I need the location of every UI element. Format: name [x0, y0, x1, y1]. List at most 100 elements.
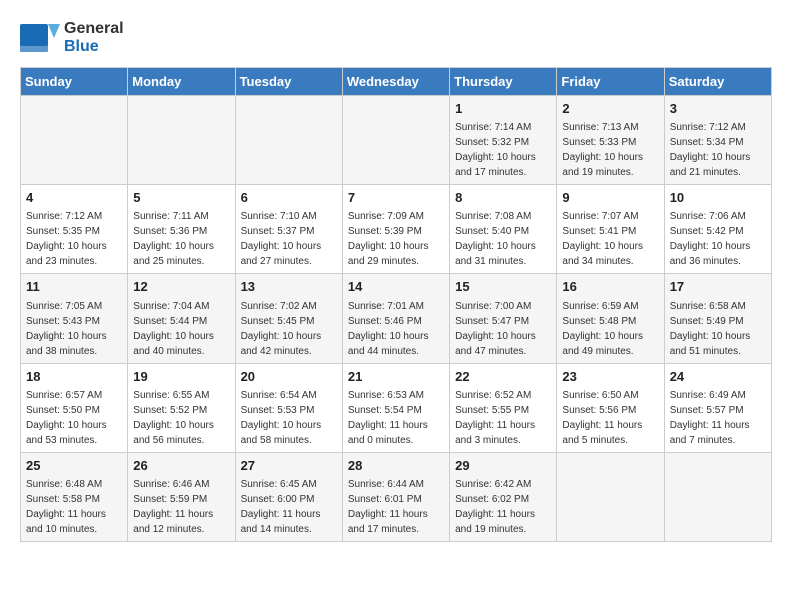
calendar-cell: 21 Sunrise: 6:53 AM Sunset: 5:54 PM Dayli…: [342, 363, 449, 452]
day-number: 6: [241, 189, 337, 207]
day-info: Sunrise: 6:45 AM Sunset: 6:00 PM Dayligh…: [241, 477, 337, 537]
day-number: 21: [348, 368, 444, 386]
day-number: 9: [562, 189, 658, 207]
day-info: Sunrise: 7:05 AM Sunset: 5:43 PM Dayligh…: [26, 299, 122, 359]
day-info: Sunrise: 6:59 AM Sunset: 5:48 PM Dayligh…: [562, 299, 658, 359]
day-info: Sunrise: 7:07 AM Sunset: 5:41 PM Dayligh…: [562, 209, 658, 269]
day-number: 1: [455, 100, 551, 118]
calendar-cell: 17 Sunrise: 6:58 AM Sunset: 5:49 PM Dayli…: [664, 274, 771, 363]
logo-text-general: General: [64, 20, 124, 38]
day-number: 15: [455, 278, 551, 296]
logo-text-blue: Blue: [64, 38, 124, 56]
day-info: Sunrise: 7:08 AM Sunset: 5:40 PM Dayligh…: [455, 209, 551, 269]
calendar-cell: 5Sunrise: 7:11 AM Sunset: 5:36 PM Daylig…: [128, 185, 235, 274]
calendar-cell: 26 Sunrise: 6:46 AM Sunset: 5:59 PM Dayli…: [128, 452, 235, 541]
day-number: 23: [562, 368, 658, 386]
calendar-week-4: 18 Sunrise: 6:57 AM Sunset: 5:50 PM Dayli…: [21, 363, 772, 452]
header-day-monday: Monday: [128, 68, 235, 96]
calendar-cell: [664, 452, 771, 541]
calendar-cell: 3 Sunrise: 7:12 AM Sunset: 5:34 PM Daylig…: [664, 96, 771, 185]
day-info: Sunrise: 7:12 AM Sunset: 5:35 PM Dayligh…: [26, 209, 122, 269]
header-day-thursday: Thursday: [450, 68, 557, 96]
calendar-cell: 29 Sunrise: 6:42 AM Sunset: 6:02 PM Dayli…: [450, 452, 557, 541]
day-info: Sunrise: 6:48 AM Sunset: 5:58 PM Dayligh…: [26, 477, 122, 537]
calendar-cell: [235, 96, 342, 185]
day-number: 26: [133, 457, 229, 475]
calendar-cell: 8Sunrise: 7:08 AM Sunset: 5:40 PM Daylig…: [450, 185, 557, 274]
day-info: Sunrise: 6:54 AM Sunset: 5:53 PM Dayligh…: [241, 388, 337, 448]
day-info: Sunrise: 7:06 AM Sunset: 5:42 PM Dayligh…: [670, 209, 766, 269]
calendar-cell: 16 Sunrise: 6:59 AM Sunset: 5:48 PM Dayli…: [557, 274, 664, 363]
day-number: 12: [133, 278, 229, 296]
calendar-cell: 18 Sunrise: 6:57 AM Sunset: 5:50 PM Dayli…: [21, 363, 128, 452]
day-info: Sunrise: 6:44 AM Sunset: 6:01 PM Dayligh…: [348, 477, 444, 537]
header-day-sunday: Sunday: [21, 68, 128, 96]
calendar-cell: 13 Sunrise: 7:02 AM Sunset: 5:45 PM Dayli…: [235, 274, 342, 363]
calendar-table: SundayMondayTuesdayWednesdayThursdayFrid…: [20, 67, 772, 542]
logo: General Blue: [20, 16, 124, 59]
day-info: Sunrise: 6:53 AM Sunset: 5:54 PM Dayligh…: [348, 388, 444, 448]
day-number: 27: [241, 457, 337, 475]
day-number: 4: [26, 189, 122, 207]
day-info: Sunrise: 7:02 AM Sunset: 5:45 PM Dayligh…: [241, 299, 337, 359]
calendar-cell: [342, 96, 449, 185]
day-number: 11: [26, 278, 122, 296]
calendar-cell: 7Sunrise: 7:09 AM Sunset: 5:39 PM Daylig…: [342, 185, 449, 274]
logo-icon: [20, 16, 60, 59]
day-info: Sunrise: 7:00 AM Sunset: 5:47 PM Dayligh…: [455, 299, 551, 359]
day-number: 10: [670, 189, 766, 207]
calendar-week-3: 11 Sunrise: 7:05 AM Sunset: 5:43 PM Dayli…: [21, 274, 772, 363]
calendar-week-2: 4 Sunrise: 7:12 AM Sunset: 5:35 PM Daylig…: [21, 185, 772, 274]
calendar-cell: [128, 96, 235, 185]
calendar-cell: 27 Sunrise: 6:45 AM Sunset: 6:00 PM Dayli…: [235, 452, 342, 541]
calendar-cell: 2 Sunrise: 7:13 AM Sunset: 5:33 PM Daylig…: [557, 96, 664, 185]
calendar-cell: 6 Sunrise: 7:10 AM Sunset: 5:37 PM Daylig…: [235, 185, 342, 274]
day-info: Sunrise: 7:12 AM Sunset: 5:34 PM Dayligh…: [670, 120, 766, 180]
day-number: 14: [348, 278, 444, 296]
day-number: 22: [455, 368, 551, 386]
day-info: Sunrise: 6:57 AM Sunset: 5:50 PM Dayligh…: [26, 388, 122, 448]
day-number: 2: [562, 100, 658, 118]
calendar-cell: 22 Sunrise: 6:52 AM Sunset: 5:55 PM Dayli…: [450, 363, 557, 452]
calendar-cell: 11 Sunrise: 7:05 AM Sunset: 5:43 PM Dayli…: [21, 274, 128, 363]
calendar-cell: 9 Sunrise: 7:07 AM Sunset: 5:41 PM Daylig…: [557, 185, 664, 274]
day-info: Sunrise: 7:13 AM Sunset: 5:33 PM Dayligh…: [562, 120, 658, 180]
calendar-cell: 23Sunrise: 6:50 AM Sunset: 5:56 PM Dayli…: [557, 363, 664, 452]
page-header: General Blue: [20, 16, 772, 59]
calendar-cell: 12 Sunrise: 7:04 AM Sunset: 5:44 PM Dayli…: [128, 274, 235, 363]
day-number: 16: [562, 278, 658, 296]
day-info: Sunrise: 7:04 AM Sunset: 5:44 PM Dayligh…: [133, 299, 229, 359]
calendar-cell: 14 Sunrise: 7:01 AM Sunset: 5:46 PM Dayli…: [342, 274, 449, 363]
calendar-week-5: 25 Sunrise: 6:48 AM Sunset: 5:58 PM Dayli…: [21, 452, 772, 541]
calendar-cell: 24Sunrise: 6:49 AM Sunset: 5:57 PM Dayli…: [664, 363, 771, 452]
header-day-friday: Friday: [557, 68, 664, 96]
calendar-cell: 10 Sunrise: 7:06 AM Sunset: 5:42 PM Dayli…: [664, 185, 771, 274]
calendar-cell: 1 Sunrise: 7:14 AM Sunset: 5:32 PM Daylig…: [450, 96, 557, 185]
day-info: Sunrise: 7:14 AM Sunset: 5:32 PM Dayligh…: [455, 120, 551, 180]
day-info: Sunrise: 6:55 AM Sunset: 5:52 PM Dayligh…: [133, 388, 229, 448]
day-info: Sunrise: 6:42 AM Sunset: 6:02 PM Dayligh…: [455, 477, 551, 537]
day-info: Sunrise: 6:58 AM Sunset: 5:49 PM Dayligh…: [670, 299, 766, 359]
day-number: 18: [26, 368, 122, 386]
day-number: 13: [241, 278, 337, 296]
header-day-saturday: Saturday: [664, 68, 771, 96]
calendar-cell: 20Sunrise: 6:54 AM Sunset: 5:53 PM Dayli…: [235, 363, 342, 452]
day-number: 3: [670, 100, 766, 118]
day-number: 25: [26, 457, 122, 475]
day-info: Sunrise: 6:52 AM Sunset: 5:55 PM Dayligh…: [455, 388, 551, 448]
day-number: 17: [670, 278, 766, 296]
calendar-cell: [557, 452, 664, 541]
calendar-cell: 19Sunrise: 6:55 AM Sunset: 5:52 PM Dayli…: [128, 363, 235, 452]
calendar-cell: [21, 96, 128, 185]
day-info: Sunrise: 7:10 AM Sunset: 5:37 PM Dayligh…: [241, 209, 337, 269]
calendar-cell: 28Sunrise: 6:44 AM Sunset: 6:01 PM Dayli…: [342, 452, 449, 541]
day-number: 7: [348, 189, 444, 207]
day-info: Sunrise: 6:46 AM Sunset: 5:59 PM Dayligh…: [133, 477, 229, 537]
calendar-header-row: SundayMondayTuesdayWednesdayThursdayFrid…: [21, 68, 772, 96]
calendar-week-1: 1 Sunrise: 7:14 AM Sunset: 5:32 PM Daylig…: [21, 96, 772, 185]
header-day-tuesday: Tuesday: [235, 68, 342, 96]
calendar-cell: 15 Sunrise: 7:00 AM Sunset: 5:47 PM Dayli…: [450, 274, 557, 363]
day-number: 29: [455, 457, 551, 475]
day-info: Sunrise: 7:01 AM Sunset: 5:46 PM Dayligh…: [348, 299, 444, 359]
day-info: Sunrise: 7:11 AM Sunset: 5:36 PM Dayligh…: [133, 209, 229, 269]
